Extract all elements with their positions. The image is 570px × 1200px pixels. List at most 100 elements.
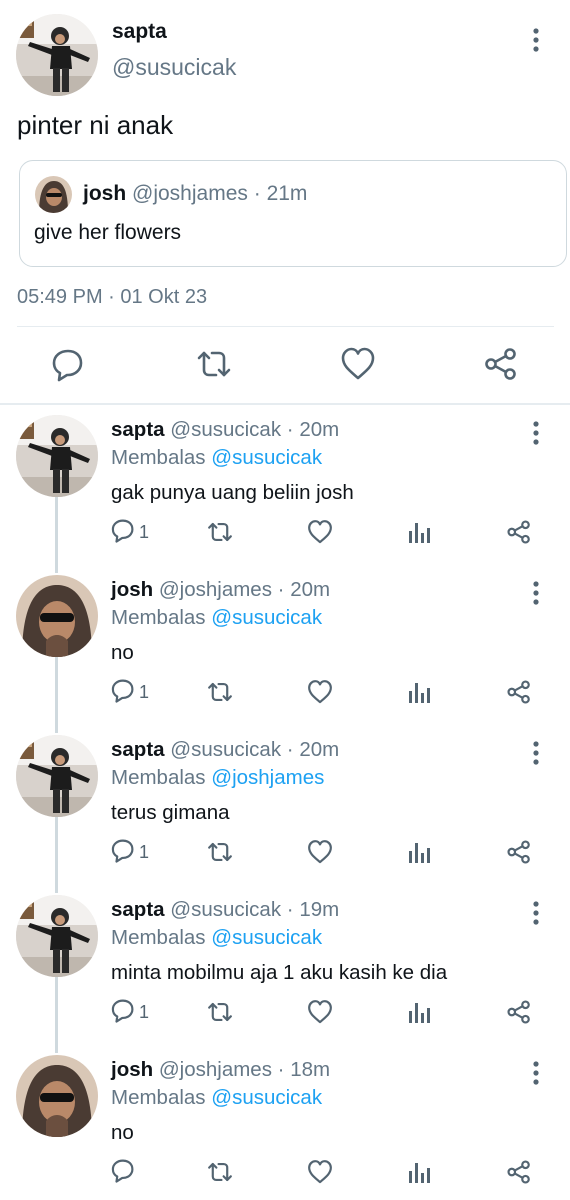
separator: · [286,418,294,441]
separator: · [286,898,294,921]
replying-prefix: Membalas [111,446,206,469]
like-icon[interactable] [307,677,333,707]
reply-time: 18m [290,1058,331,1081]
share-icon[interactable] [506,997,532,1027]
tweet-actions [0,346,570,386]
reply-icon [110,677,136,708]
separator: · [286,738,294,761]
stats-icon[interactable] [407,677,433,707]
reply-time: 19m [299,898,340,921]
separator: · [277,1058,285,1081]
avatar[interactable] [16,14,98,96]
like-icon[interactable] [340,346,380,386]
author-name[interactable]: sapta [112,20,167,44]
replying-to-handle[interactable]: @susucicak [211,926,322,949]
reply-text: no [111,1121,134,1144]
author-name[interactable]: sapta [111,898,165,921]
tweet-timestamp: 05:49 PM · 01 Okt 23 [17,286,208,308]
avatar[interactable] [16,735,98,817]
reply-button[interactable]: 1 [110,677,149,707]
share-icon[interactable] [506,1157,532,1187]
replying-to-handle[interactable]: @susucicak [211,446,322,469]
replying-to: Membalas @joshjames [111,766,324,790]
separator: · [253,182,261,205]
author-handle[interactable]: @susucicak [112,54,236,81]
reply-count: 1 [139,841,150,862]
reply-header: sapta @susucicak · 19m [111,898,339,922]
author-handle[interactable]: @susucicak [170,898,281,921]
like-icon[interactable] [307,837,333,867]
replying-to: Membalas @susucicak [111,606,322,630]
stats-icon[interactable] [407,517,433,547]
retweet-icon[interactable] [207,997,233,1027]
author-handle[interactable]: @susucicak [170,418,281,441]
stats-icon[interactable] [407,1157,433,1187]
reply-tweet[interactable]: sapta @susucicak · 20m Membalas @susucic… [0,405,570,565]
avatar[interactable] [16,415,98,497]
replying-to-handle[interactable]: @joshjames [211,766,324,789]
reply-tweet[interactable]: sapta @susucicak · 19m Membalas @susucic… [0,885,570,1045]
replying-to-handle[interactable]: @susucicak [211,606,322,629]
reply-tweet[interactable]: josh @joshjames · 20m Membalas @susucica… [0,565,570,725]
more-options-icon[interactable] [526,419,546,447]
quoted-tweet[interactable]: josh @joshjames · 21m give her flowers [19,160,567,267]
retweet-icon[interactable] [207,677,233,707]
more-options-icon[interactable] [526,899,546,927]
replying-prefix: Membalas [111,1086,206,1109]
reply-icon [110,1157,136,1188]
like-icon[interactable] [307,517,333,547]
more-options-icon[interactable] [526,739,546,767]
reply-actions: 1 [0,997,570,1027]
reply-icon[interactable] [50,346,90,386]
replying-prefix: Membalas [111,926,206,949]
retweet-icon[interactable] [207,837,233,867]
reply-count: 1 [139,521,150,542]
avatar[interactable] [16,575,98,657]
author-handle[interactable]: @joshjames [159,578,272,601]
author-handle[interactable]: @susucicak [170,738,281,761]
author-name[interactable]: sapta [111,738,165,761]
reply-header: josh @joshjames · 18m [111,1058,330,1082]
reply-tweet[interactable]: sapta @susucicak · 20m Membalas @joshjam… [0,725,570,885]
divider [17,326,554,327]
reply-icon [110,997,136,1028]
retweet-icon[interactable] [196,346,236,386]
replying-to-handle[interactable]: @susucicak [211,1086,322,1109]
like-icon[interactable] [307,1157,333,1187]
author-handle[interactable]: @joshjames [159,1058,272,1081]
avatar[interactable] [16,895,98,977]
stats-icon[interactable] [407,997,433,1027]
share-icon[interactable] [506,677,532,707]
author-name[interactable]: josh [111,1058,153,1081]
quoted-author-handle: @joshjames [132,182,248,205]
reply-tweet[interactable]: josh @joshjames · 18m Membalas @susucica… [0,1045,570,1200]
like-icon[interactable] [307,997,333,1027]
reply-button[interactable]: 1 [110,997,149,1027]
retweet-icon[interactable] [207,517,233,547]
reply-button[interactable]: 1 [110,517,149,547]
reply-actions: 1 [0,517,570,547]
share-icon[interactable] [483,346,523,386]
reply-text: gak punya uang beliin josh [111,481,354,504]
author-name[interactable]: sapta [111,418,165,441]
author-name[interactable]: josh [111,578,153,601]
replying-prefix: Membalas [111,766,206,789]
replying-prefix: Membalas [111,606,206,629]
share-icon[interactable] [506,837,532,867]
reply-count: 1 [139,681,150,702]
more-options-icon[interactable] [526,579,546,607]
retweet-icon[interactable] [207,1157,233,1187]
reply-time: 20m [290,578,331,601]
reply-time: 20m [299,418,340,441]
share-icon[interactable] [506,517,532,547]
separator: · [277,578,285,601]
stats-icon[interactable] [407,837,433,867]
avatar[interactable] [16,1055,98,1137]
quoted-author-name: josh [83,182,127,205]
replying-to: Membalas @susucicak [111,926,322,950]
reply-button[interactable] [110,1157,139,1187]
reply-actions: 1 [0,837,570,867]
more-options-icon[interactable] [526,1059,546,1087]
more-options-icon[interactable] [526,26,546,54]
reply-button[interactable]: 1 [110,837,149,867]
